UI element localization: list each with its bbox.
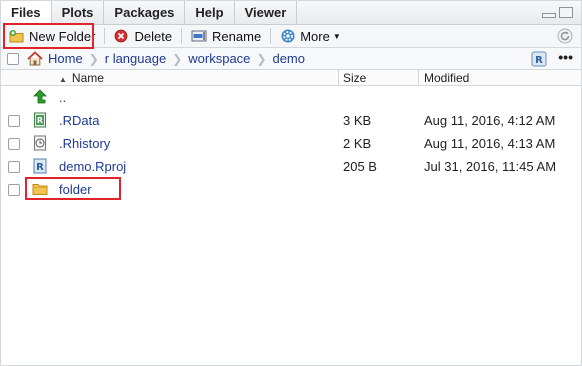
column-divider bbox=[418, 70, 419, 86]
file-modified: Aug 11, 2016, 4:13 AM bbox=[424, 136, 556, 151]
maximize-icon[interactable] bbox=[559, 7, 573, 18]
up-arrow-icon bbox=[33, 89, 47, 104]
breadcrumb: Home ❯ r language ❯ workspace ❯ demo R •… bbox=[1, 48, 581, 70]
delete-button[interactable]: Delete bbox=[109, 26, 177, 47]
modified-column-label: Modified bbox=[424, 71, 470, 85]
rename-icon bbox=[191, 30, 207, 42]
list-item[interactable]: folder bbox=[1, 179, 581, 202]
delete-label: Delete bbox=[134, 28, 173, 44]
list-item[interactable]: .. bbox=[1, 87, 581, 110]
breadcrumb-home[interactable]: Home bbox=[48, 51, 83, 66]
list-item[interactable]: .Rhistory 2 KB Aug 11, 2016, 4:13 AM bbox=[1, 133, 581, 156]
svg-text:R: R bbox=[535, 55, 543, 66]
breadcrumb-demo[interactable]: demo bbox=[272, 51, 305, 66]
file-list: .. R .RData 3 KB Aug 11, 2016, 4:12 AM .… bbox=[1, 87, 581, 202]
column-divider bbox=[338, 70, 339, 86]
tab-help[interactable]: Help bbox=[185, 1, 235, 25]
folder-icon bbox=[32, 184, 48, 195]
file-modified: Jul 31, 2016, 11:45 AM bbox=[424, 159, 557, 174]
select-all-checkbox[interactable] bbox=[7, 52, 19, 65]
svg-text:R: R bbox=[36, 162, 44, 173]
toolbar-divider bbox=[104, 28, 106, 44]
name-column-header[interactable]: ▲ Name bbox=[59, 71, 104, 85]
delete-icon bbox=[115, 29, 128, 43]
file-modified: Aug 11, 2016, 4:12 AM bbox=[424, 113, 556, 128]
svg-text:R: R bbox=[37, 116, 43, 125]
rproj-icon: R bbox=[33, 158, 47, 174]
size-column-header[interactable]: Size bbox=[343, 71, 366, 85]
tab-viewer[interactable]: Viewer bbox=[235, 1, 298, 25]
breadcrumb-separator-icon: ❯ bbox=[88, 51, 99, 66]
gear-icon bbox=[281, 29, 295, 43]
row-checkbox[interactable] bbox=[8, 138, 20, 150]
list-item[interactable]: R demo.Rproj 205 B Jul 31, 2016, 11:45 A… bbox=[1, 156, 581, 179]
breadcrumb-separator-icon: ❯ bbox=[172, 51, 183, 66]
file-size: 2 KB bbox=[343, 136, 372, 151]
rhistory-icon bbox=[34, 135, 46, 151]
file-name[interactable]: .. bbox=[59, 90, 66, 105]
chevron-down-icon: ▼ bbox=[332, 31, 341, 41]
window-controls bbox=[542, 7, 573, 18]
rdata-icon: R bbox=[34, 112, 46, 128]
refresh-button[interactable] bbox=[557, 28, 573, 47]
file-name[interactable]: folder bbox=[59, 182, 92, 197]
files-pane: Files Plots Packages Help Viewer New Fol… bbox=[0, 0, 582, 366]
breadcrumb-workspace[interactable]: workspace bbox=[188, 51, 250, 66]
more-options-icon[interactable]: ••• bbox=[558, 49, 573, 65]
file-size: 3 KB bbox=[343, 113, 372, 128]
tab-files[interactable]: Files bbox=[1, 1, 52, 26]
file-name[interactable]: .Rhistory bbox=[59, 136, 110, 151]
home-icon[interactable] bbox=[27, 51, 43, 66]
toolbar-divider bbox=[270, 28, 272, 44]
size-column-label: Size bbox=[343, 71, 367, 85]
new-folder-button[interactable]: New Folder bbox=[4, 26, 100, 47]
file-name[interactable]: demo.Rproj bbox=[59, 159, 126, 174]
files-toolbar: New Folder Delete Rename More ▼ bbox=[1, 25, 581, 48]
list-item[interactable]: R .RData 3 KB Aug 11, 2016, 4:12 AM bbox=[1, 110, 581, 133]
toolbar-divider bbox=[181, 28, 183, 44]
project-icon[interactable]: R bbox=[531, 51, 547, 67]
modified-column-header[interactable]: Modified bbox=[424, 71, 469, 85]
tab-plots[interactable]: Plots bbox=[52, 1, 105, 25]
name-column-label: Name bbox=[71, 71, 104, 85]
row-checkbox[interactable] bbox=[8, 184, 20, 196]
file-list-header: ▲ Name Size Modified bbox=[1, 70, 581, 86]
refresh-icon bbox=[557, 28, 573, 44]
breadcrumb-r-language[interactable]: r language bbox=[105, 51, 166, 66]
pane-tab-bar: Files Plots Packages Help Viewer bbox=[1, 1, 581, 26]
row-checkbox[interactable] bbox=[8, 161, 20, 173]
file-size: 205 B bbox=[343, 159, 377, 174]
new-folder-label: New Folder bbox=[29, 28, 96, 44]
rename-label: Rename bbox=[212, 28, 262, 44]
rename-button[interactable]: Rename bbox=[186, 26, 266, 47]
row-checkbox[interactable] bbox=[8, 115, 20, 127]
minimize-icon[interactable] bbox=[542, 13, 556, 18]
file-name[interactable]: .RData bbox=[59, 113, 99, 128]
new-folder-icon bbox=[9, 30, 24, 43]
sort-ascending-icon: ▲ bbox=[59, 75, 67, 84]
tab-packages[interactable]: Packages bbox=[104, 1, 186, 25]
more-button[interactable]: More ▼ bbox=[275, 26, 346, 47]
breadcrumb-separator-icon: ❯ bbox=[256, 51, 267, 66]
more-label: More bbox=[300, 28, 330, 44]
